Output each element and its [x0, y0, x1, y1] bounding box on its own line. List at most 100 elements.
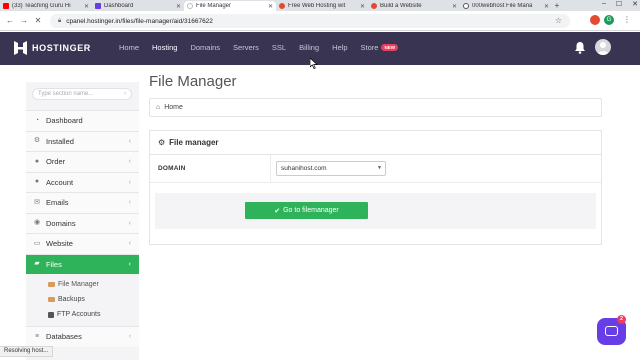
sidebar-item-label: Dashboard: [46, 116, 83, 126]
profile-avatar-icon[interactable]: G: [604, 15, 614, 25]
nav-billing[interactable]: Billing: [299, 43, 319, 52]
sidebar-item-domains[interactable]: ◉ Domains ‹: [26, 212, 139, 233]
sidebar-item-files[interactable]: ▰ Files ‹: [26, 253, 139, 274]
000webhost-favicon-icon: [371, 3, 377, 9]
browser-tab-active[interactable]: File Manager ✕: [184, 1, 276, 11]
file-manager-panel: ⚙ File manager DOMAIN suhanihost.com ▼ ✔…: [149, 130, 602, 245]
panel-header: ⚙ File manager: [150, 131, 601, 155]
sidebar-item-order[interactable]: ● Order ‹: [26, 151, 139, 172]
chevron-left-icon: ‹: [128, 219, 131, 227]
nav-hosting[interactable]: Hosting: [152, 43, 177, 52]
close-tab-icon[interactable]: ✕: [360, 3, 365, 10]
youtube-favicon-icon: [3, 3, 9, 9]
lock-icon[interactable]: 🔒︎: [58, 18, 61, 25]
folder-icon: ▰: [34, 260, 40, 268]
sidebar-item-databases[interactable]: ≡ Databases ‹: [26, 326, 139, 347]
close-tab-icon[interactable]: ✕: [452, 3, 457, 10]
search-icon: ○: [123, 91, 127, 97]
check-icon: ✔: [274, 207, 281, 215]
nav-help[interactable]: Help: [332, 43, 347, 52]
notification-bell-icon[interactable]: [574, 41, 586, 54]
globe-favicon-icon: [463, 3, 469, 9]
brand-name: HOSTINGER: [32, 43, 91, 53]
nav-store[interactable]: Store NEW: [361, 43, 398, 52]
gears-icon: ⚙: [33, 137, 41, 145]
globe-icon: ◉: [33, 219, 41, 227]
breadcrumb-home[interactable]: Home: [164, 104, 183, 111]
column-divider: [270, 155, 271, 182]
sidebar-item-label: Emails: [46, 198, 69, 208]
browser-menu-icon[interactable]: ⋮: [620, 15, 634, 24]
submenu-item-backups[interactable]: Backups: [26, 292, 139, 307]
close-tab-icon[interactable]: ✕: [176, 3, 181, 10]
bookmark-star-icon[interactable]: ☆: [555, 16, 562, 25]
submenu-item-label: FTP Accounts: [57, 311, 101, 318]
sidebar-item-label: Account: [46, 177, 74, 187]
chat-widget-button[interactable]: 2: [597, 315, 626, 345]
nav-domains[interactable]: Domains: [190, 43, 220, 52]
sidebar-item-installed[interactable]: ⚙ Installed ‹: [26, 130, 139, 151]
browser-tab-title: Free Web Hosting wit: [288, 3, 346, 9]
user-avatar[interactable]: [595, 39, 611, 55]
submenu-item-ftp-accounts[interactable]: FTP Accounts: [26, 307, 139, 322]
database-icon: ≡: [34, 332, 40, 340]
browser-tab-strip: (33) Teaching Guru Hi ✕ Dashboard ✕ File…: [0, 0, 640, 11]
submenu-item-label: Backups: [58, 296, 85, 303]
browser-tab-title: Build a Website: [380, 3, 422, 9]
sidebar-item-website[interactable]: ▭ Website ‹: [26, 233, 139, 254]
chevron-left-icon: ‹: [128, 178, 131, 186]
sidebar-item-dashboard[interactable]: ◔ Dashboard: [26, 110, 139, 131]
maximize-icon[interactable]: ☐: [616, 0, 622, 10]
sidebar-item-label: Installed: [46, 136, 74, 146]
page-title: File Manager: [149, 73, 237, 90]
browser-tab[interactable]: Build a Website ✕: [368, 1, 460, 11]
submenu-item-file-manager[interactable]: File Manager: [26, 277, 139, 292]
go-to-filemanager-button[interactable]: ✔ Go to filemanager: [245, 202, 368, 219]
sidebar-item-label: Order: [46, 157, 66, 167]
nav-store-label: Store: [360, 43, 379, 52]
domain-select[interactable]: suhanihost.com ▼: [276, 161, 386, 176]
sidebar-item-emails[interactable]: ✉ Emails ‹: [26, 192, 139, 213]
forward-arrow-icon[interactable]: →: [17, 16, 31, 25]
section-search-input[interactable]: Type section name... ○: [32, 88, 132, 100]
browser-tab[interactable]: 000webhost File Mana ✕: [460, 1, 552, 11]
hostinger-logo[interactable]: HOSTINGER: [14, 41, 91, 55]
browser-tab-title: File Manager: [196, 3, 232, 9]
browser-status-bar: Resolving host...: [0, 346, 54, 357]
address-bar[interactable]: 🔒︎ cpanel.hostinger.in/files/file-manage…: [50, 14, 570, 28]
close-window-icon[interactable]: ✕: [632, 0, 638, 10]
000webhost-favicon-icon: [279, 3, 285, 9]
new-badge: NEW: [381, 44, 398, 51]
new-tab-button[interactable]: +: [552, 1, 562, 11]
home-icon[interactable]: ⌂: [156, 104, 160, 111]
browser-tab[interactable]: Dashboard ✕: [92, 1, 184, 11]
close-tab-icon[interactable]: ✕: [84, 3, 89, 10]
sidebar-item-account[interactable]: ● Account ‹: [26, 171, 139, 192]
user-icon: ●: [34, 178, 40, 186]
gears-icon: ⚙: [158, 138, 166, 147]
browser-tab[interactable]: Free Web Hosting wit ✕: [276, 1, 368, 11]
chevron-left-icon: ‹: [128, 240, 131, 247]
domain-row: DOMAIN suhanihost.com ▼: [150, 155, 601, 183]
nav-home[interactable]: Home: [119, 43, 139, 52]
minimize-icon[interactable]: –: [602, 0, 606, 10]
sidebar: Type section name... ○ ◔ Dashboard ⚙ Ins…: [26, 82, 139, 360]
close-tab-icon[interactable]: ✕: [268, 3, 273, 10]
back-arrow-icon[interactable]: ←: [3, 16, 17, 25]
close-tab-icon[interactable]: ✕: [544, 3, 549, 10]
nav-ssl[interactable]: SSL: [272, 43, 286, 52]
chevron-left-icon: ‹: [128, 333, 131, 340]
chevron-left-icon: ‹: [128, 137, 131, 145]
stop-loading-icon[interactable]: ✕: [31, 16, 45, 25]
folder-icon: [48, 297, 55, 302]
action-bar: ✔ Go to filemanager: [155, 193, 596, 229]
go-to-filemanager-label: Go to filemanager: [283, 207, 339, 214]
browser-tab[interactable]: (33) Teaching Guru Hi ✕: [0, 1, 92, 11]
main-menu: Home Hosting Domains Servers SSL Billing…: [119, 43, 411, 52]
domain-select-value: suhanihost.com: [281, 165, 327, 172]
browser-tab-title: (33) Teaching Guru Hi: [12, 3, 71, 9]
extension-icon[interactable]: [590, 15, 600, 25]
nav-servers[interactable]: Servers: [233, 43, 259, 52]
dashboard-icon: ◔: [34, 116, 40, 124]
sidebar-item-label: Domains: [46, 218, 76, 228]
